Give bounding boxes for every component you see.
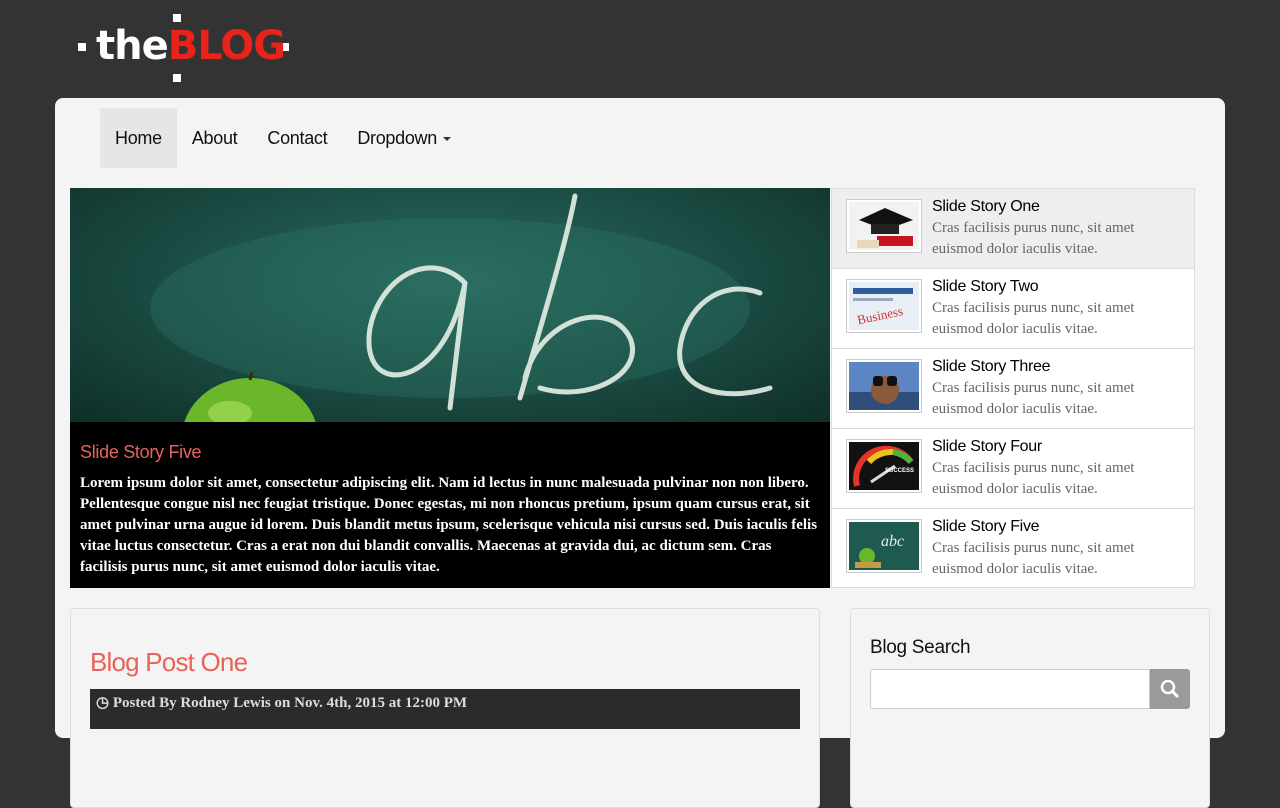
success-gauge-icon: SUCCESS xyxy=(846,439,922,493)
slide-caption-title[interactable]: Slide Story Five xyxy=(80,442,820,463)
nav-dropdown-label: Dropdown xyxy=(357,128,437,148)
sidebar-search-panel: Blog Search xyxy=(850,608,1210,808)
blog-post-panel: Blog Post One ◷ Posted By Rodney Lewis o… xyxy=(70,608,820,808)
binoculars-icon xyxy=(846,359,922,413)
slide-image-chalkboard xyxy=(70,188,830,422)
thumb-slide-one[interactable]: Slide Story One Cras facilisis purus nun… xyxy=(832,189,1194,269)
featured-slider[interactable]: Slide Story Five Lorem ipsum dolor sit a… xyxy=(70,188,830,588)
chalkboard-icon: abc xyxy=(846,519,922,573)
thumb-desc: Cras facilisis purus nunc, sit amet euis… xyxy=(932,220,1135,257)
nav-about[interactable]: About xyxy=(177,108,253,168)
graduation-cap-icon xyxy=(846,199,922,253)
search-button[interactable] xyxy=(1150,669,1190,709)
post-title[interactable]: Blog Post One xyxy=(90,647,248,678)
slide-caption: Slide Story Five Lorem ipsum dolor sit a… xyxy=(80,442,820,578)
thumb-title: Slide Story Four xyxy=(932,438,1042,455)
business-newspaper-icon: Business xyxy=(846,279,922,333)
logo-text-blog: BLOG xyxy=(167,23,286,69)
nav-home[interactable]: Home xyxy=(100,108,177,168)
thumb-desc: Cras facilisis purus nunc, sit amet euis… xyxy=(932,300,1135,337)
logo-text: theBLOG xyxy=(96,20,286,72)
post-meta-text: Posted By Rodney Lewis on Nov. 4th, 2015… xyxy=(112,695,468,711)
slide-thumbnail-list: Slide Story One Cras facilisis purus nun… xyxy=(831,188,1195,588)
logo-dot-left xyxy=(78,43,86,51)
navbar: Home About Contact Dropdown xyxy=(100,108,466,168)
nav-dropdown[interactable]: Dropdown xyxy=(342,108,466,168)
search-input[interactable] xyxy=(870,669,1150,709)
thumb-desc: Cras facilisis purus nunc, sit amet euis… xyxy=(932,380,1135,417)
thumb-title: Slide Story Five xyxy=(932,518,1040,535)
nav-contact[interactable]: Contact xyxy=(252,108,342,168)
logo-dot-bottom xyxy=(173,74,181,82)
thumb-desc: Cras facilisis purus nunc, sit amet euis… xyxy=(932,460,1135,497)
clock-icon: ◷ xyxy=(96,695,110,711)
thumb-slide-two[interactable]: Business Slide Story Two Cras facilisis … xyxy=(832,269,1194,349)
thumb-slide-five[interactable]: abc Slide Story Five Cras facilisis puru… xyxy=(832,509,1194,589)
thumb-title: Slide Story Two xyxy=(932,278,1039,295)
logo-text-the: the xyxy=(96,23,169,69)
sidebar-search-title: Blog Search xyxy=(870,637,971,658)
thumb-title: Slide Story One xyxy=(932,198,1040,215)
svg-text:SUCCESS: SUCCESS xyxy=(885,468,914,474)
slide-caption-text: Lorem ipsum dolor sit amet, consectetur … xyxy=(80,475,818,575)
chalkboard-illustration xyxy=(150,193,773,422)
site-logo[interactable]: theBLOG xyxy=(78,14,298,84)
thumb-desc: Cras facilisis purus nunc, sit amet euis… xyxy=(932,540,1135,577)
post-meta: ◷ Posted By Rodney Lewis on Nov. 4th, 20… xyxy=(90,689,800,729)
svg-text:abc: abc xyxy=(881,533,904,550)
thumb-slide-four[interactable]: SUCCESS Slide Story Four Cras facilisis … xyxy=(832,429,1194,509)
main-container: Home About Contact Dropdown Slide Story … xyxy=(55,98,1225,808)
thumb-title: Slide Story Three xyxy=(932,358,1051,375)
thumb-slide-three[interactable]: Slide Story Three Cras facilisis purus n… xyxy=(832,349,1194,429)
caret-down-icon xyxy=(442,137,451,142)
search-icon xyxy=(1160,679,1179,698)
